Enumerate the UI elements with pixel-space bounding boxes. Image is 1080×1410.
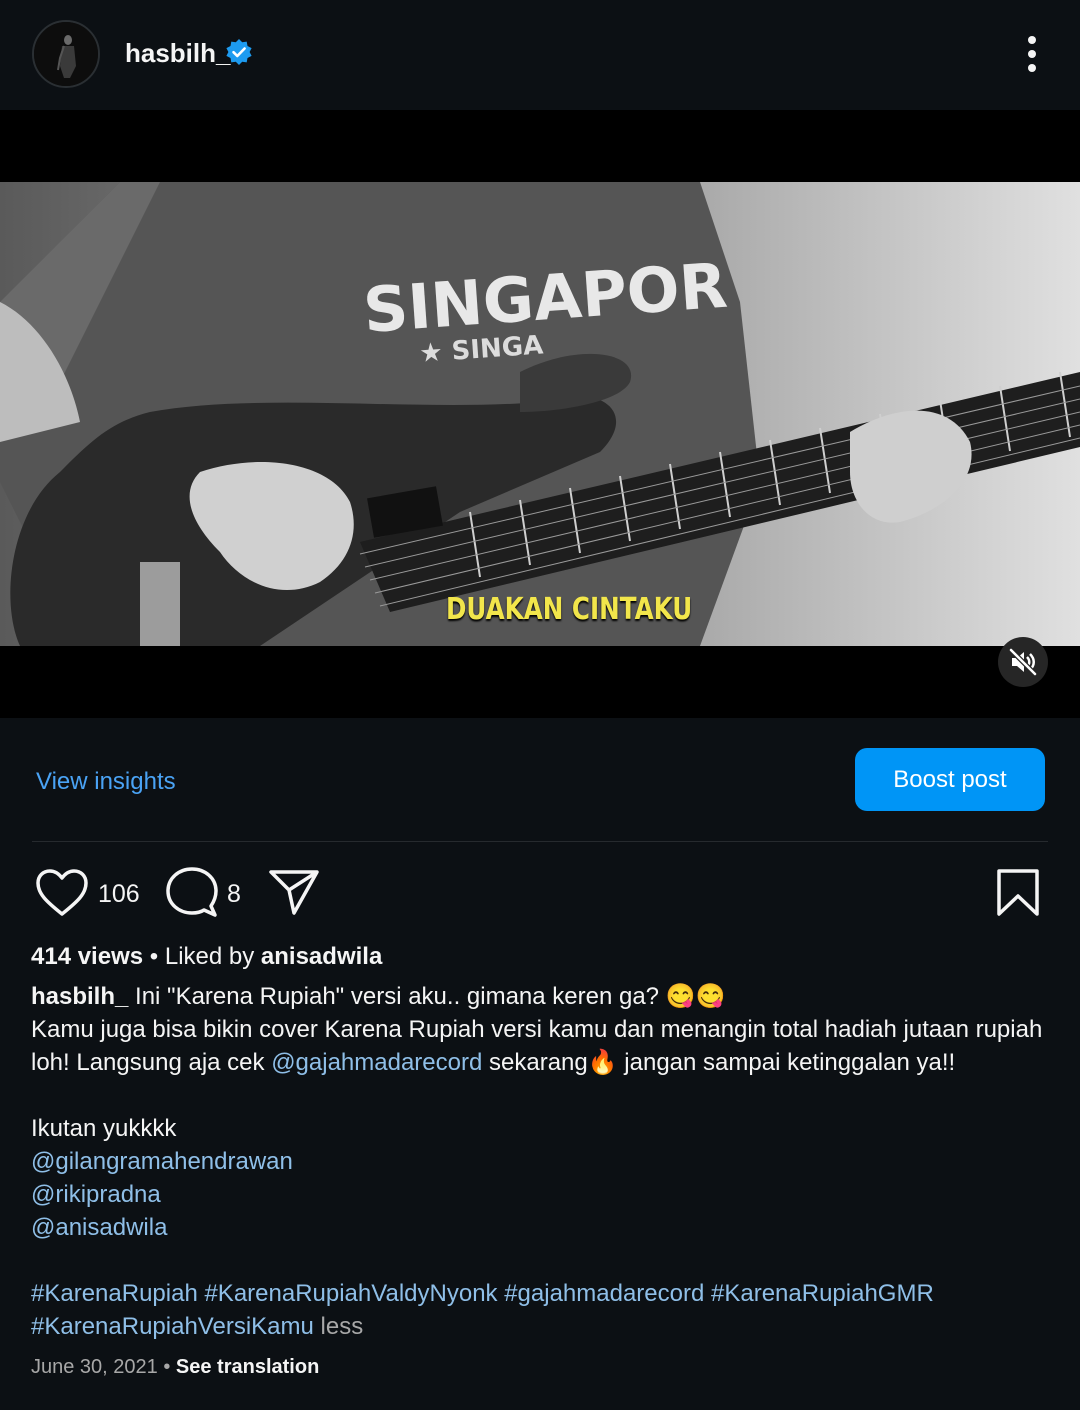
post-meta: June 30, 2021 • See translation xyxy=(31,1356,319,1379)
caption-text: Ini "Karena Rupiah" versi aku.. gimana k… xyxy=(128,983,726,1010)
post-date: June 30, 2021 xyxy=(31,1356,158,1378)
muted-speaker-icon xyxy=(1009,648,1037,676)
caption-line: Ikutan yukkkk xyxy=(31,1115,177,1142)
paper-plane-icon[interactable] xyxy=(268,868,320,916)
bookmark-icon[interactable] xyxy=(995,868,1041,918)
liked-by-user[interactable]: anisadwila xyxy=(261,943,382,970)
action-bar: 106 8 xyxy=(0,860,1080,930)
guitar-video-thumbnail: SINGAPOR ★ SINGA xyxy=(0,182,1080,646)
mention-link[interactable]: @gajahmadarecord xyxy=(271,1049,482,1076)
video-player[interactable]: SINGAPOR ★ SINGA DUAKAN CINTAKU xyxy=(0,110,1080,718)
caption-text: loh! Langsung aja cek xyxy=(31,1049,272,1076)
caption-line: #KarenaRupiahVersiKamu less xyxy=(31,1310,1051,1343)
caption-text: sekarang🔥 jangan sampai ketinggalan ya!! xyxy=(482,1049,956,1076)
like-count[interactable]: 106 xyxy=(98,880,140,909)
hashtag-link[interactable]: #KarenaRupiahVersiKamu xyxy=(31,1313,314,1340)
divider xyxy=(32,841,1048,842)
view-insights-link[interactable]: View insights xyxy=(36,768,176,796)
separator-dot: • xyxy=(157,1356,176,1378)
video-frame: SINGAPOR ★ SINGA DUAKAN CINTAKU xyxy=(0,182,1080,646)
username[interactable]: hasbilh_ xyxy=(125,38,230,69)
mention-link[interactable]: @gilangramahendrawan xyxy=(31,1145,1051,1178)
comment-count[interactable]: 8 xyxy=(227,880,241,909)
caption-line: hasbilh_ Ini "Karena Rupiah" versi aku..… xyxy=(31,980,1051,1013)
caption-line: loh! Langsung aja cek @gajahmadarecord s… xyxy=(31,1046,1051,1079)
hashtag-links[interactable]: #KarenaRupiah #KarenaRupiahValdyNyonk #g… xyxy=(31,1277,1051,1310)
verified-badge-icon xyxy=(226,39,252,65)
see-translation-link[interactable]: See translation xyxy=(176,1356,319,1378)
view-count[interactable]: 414 views xyxy=(31,943,143,970)
mute-button[interactable] xyxy=(998,637,1048,687)
separator-dot: • xyxy=(143,943,165,970)
views-liked-by: 414 views • Liked by anisadwila xyxy=(31,943,382,971)
liked-by-prefix: Liked by xyxy=(164,943,261,970)
video-subtitle: DUAKAN CINTAKU xyxy=(446,592,693,627)
less-link[interactable]: less xyxy=(314,1313,364,1340)
post-header: hasbilh_ xyxy=(0,0,1080,110)
insights-row: View insights Boost post xyxy=(0,718,1080,842)
boost-post-button[interactable]: Boost post xyxy=(855,748,1045,811)
avatar[interactable] xyxy=(32,20,100,88)
comment-bubble-icon[interactable] xyxy=(165,866,219,920)
caption-author[interactable]: hasbilh_ xyxy=(31,983,128,1010)
avatar-silhouette-icon xyxy=(34,22,98,86)
mention-link[interactable]: @rikipradna xyxy=(31,1178,1051,1211)
more-vertical-icon[interactable] xyxy=(1014,32,1050,76)
heart-icon[interactable] xyxy=(35,868,89,918)
mention-link[interactable]: @anisadwila xyxy=(31,1211,1051,1244)
post-caption: hasbilh_ Ini "Karena Rupiah" versi aku..… xyxy=(31,980,1051,1343)
caption-line: Kamu juga bisa bikin cover Karena Rupiah… xyxy=(31,1016,1043,1043)
